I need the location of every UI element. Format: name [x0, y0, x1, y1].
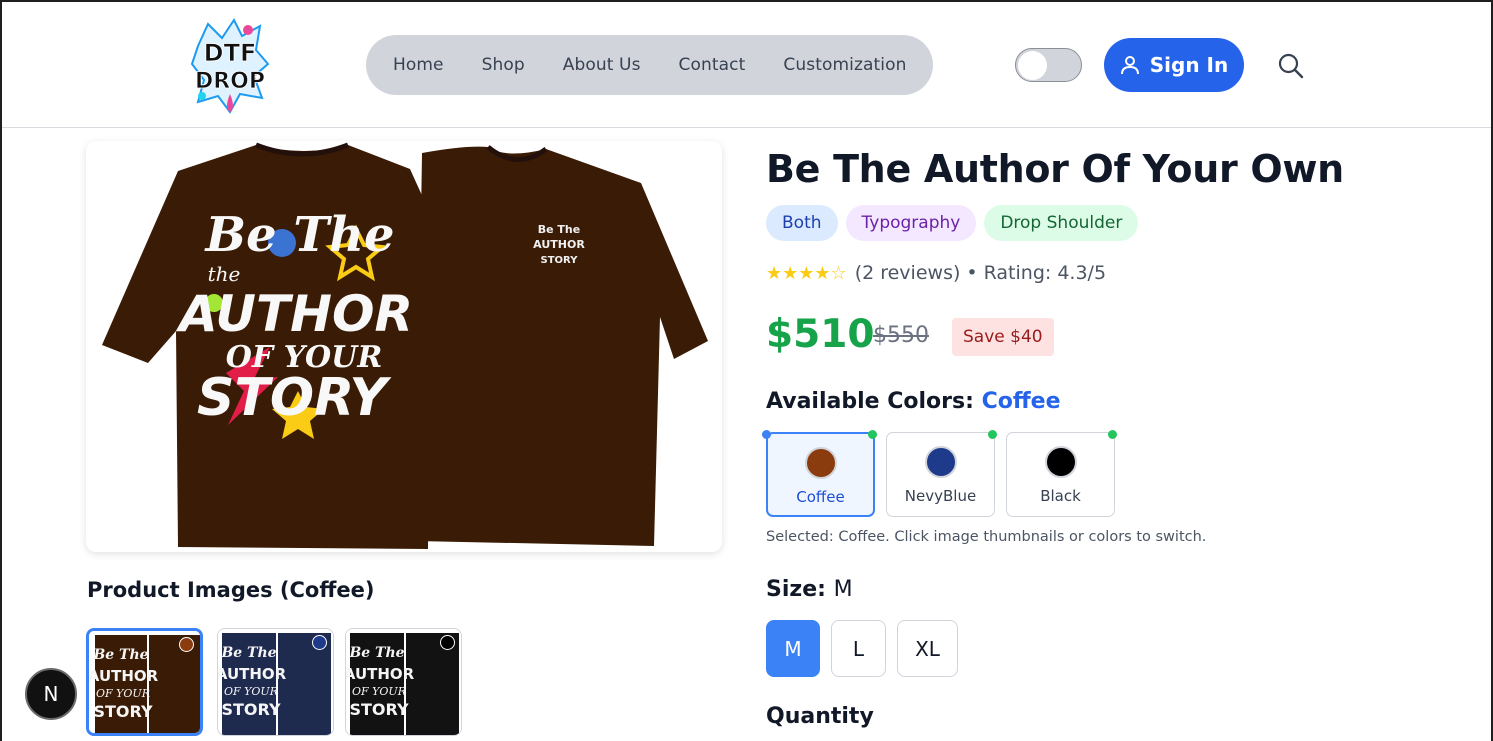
- selected-color-name: Coffee: [981, 389, 1061, 414]
- svg-text:AUTHOR: AUTHOR: [346, 665, 415, 683]
- review-count[interactable]: (2 reviews): [855, 262, 961, 284]
- colors-label: Available Colors:: [766, 389, 974, 414]
- color-swatch: [1044, 446, 1077, 478]
- svg-text:Be The: Be The: [220, 645, 276, 661]
- sign-in-label: Sign In: [1149, 53, 1229, 77]
- nav-about-us[interactable]: About Us: [563, 55, 641, 75]
- original-price: $550: [873, 323, 929, 348]
- svg-text:Be The: Be The: [92, 647, 148, 663]
- color-option-label: NevyBlue: [904, 487, 977, 505]
- color-option-black[interactable]: Black: [1006, 432, 1115, 517]
- in-stock-dot: [988, 430, 997, 439]
- thumbnail-nevyblue[interactable]: Be The AUTHOR OF YOUR STORY: [217, 628, 334, 736]
- color-option-label: Coffee: [796, 488, 845, 506]
- logo-text-top: DTF: [204, 39, 257, 67]
- size-option-m[interactable]: M: [766, 620, 820, 677]
- svg-text:OF YOUR: OF YOUR: [224, 685, 278, 698]
- tag-both: Both: [766, 205, 838, 241]
- color-option-coffee[interactable]: Coffee: [766, 432, 875, 517]
- thumbnail-color-dot: [179, 637, 194, 652]
- size-option-xl[interactable]: XL: [897, 620, 958, 677]
- print-line-2: the: [208, 262, 241, 286]
- site-header: DTF DROP Home Shop About Us Contact Cust…: [2, 2, 1491, 128]
- current-price: $510: [766, 312, 875, 357]
- nav-contact[interactable]: Contact: [679, 55, 746, 75]
- thumbnail-color-dot: [440, 635, 455, 650]
- theme-toggle[interactable]: [1015, 48, 1082, 82]
- search-icon[interactable]: [1276, 51, 1306, 81]
- logo-text-bottom: DROP: [195, 69, 265, 94]
- svg-text:OF YOUR: OF YOUR: [96, 687, 150, 700]
- quantity-heading: Quantity: [766, 704, 874, 729]
- product-title: Be The Author Of Your Own: [766, 147, 1344, 191]
- nav-shop[interactable]: Shop: [482, 55, 525, 75]
- color-swatch: [924, 446, 957, 478]
- in-stock-dot: [1108, 430, 1117, 439]
- thumbnail-coffee[interactable]: Be The AUTHOR OF YOUR STORY: [86, 628, 203, 736]
- svg-text:AUTHOR: AUTHOR: [533, 238, 585, 251]
- main-product-image[interactable]: Be The the AUTHOR OF YOUR STORY Be The A…: [86, 141, 722, 552]
- svg-text:OF YOUR: OF YOUR: [352, 685, 406, 698]
- star-rating-icons: ★★★★☆: [766, 262, 847, 284]
- sign-in-button[interactable]: Sign In: [1104, 38, 1244, 92]
- nav-customization[interactable]: Customization: [783, 55, 906, 75]
- main-nav: Home Shop About Us Contact Customization: [366, 35, 933, 95]
- svg-text:Be The: Be The: [348, 645, 404, 661]
- chest-print: Be The AUTHOR STORY: [533, 217, 585, 271]
- color-option-nevyblue[interactable]: NevyBlue: [886, 432, 995, 517]
- selected-indicator-dot: [762, 430, 771, 439]
- thumbnail-black[interactable]: Be The AUTHOR OF YOUR STORY: [345, 628, 462, 736]
- color-hint-text: Selected: Coffee. Click image thumbnails…: [766, 529, 1207, 545]
- size-option-l[interactable]: L: [831, 620, 886, 677]
- svg-text:STORY: STORY: [93, 702, 152, 721]
- size-label: Size:: [766, 577, 826, 602]
- svg-text:AUTHOR: AUTHOR: [218, 665, 287, 683]
- print-line-1: Be The: [204, 207, 395, 263]
- svg-text:STORY: STORY: [221, 700, 280, 719]
- print-line-3: AUTHOR: [175, 285, 413, 343]
- selected-size: M: [833, 577, 853, 602]
- rating-row: ★★★★☆ (2 reviews) • Rating: 4.3/5: [766, 262, 1106, 284]
- toggle-knob: [1018, 50, 1047, 80]
- colors-heading: Available Colors: Coffee: [766, 389, 1061, 414]
- dtf-drop-logo[interactable]: DTF DROP: [190, 16, 270, 116]
- svg-text:AUTHOR: AUTHOR: [89, 667, 159, 685]
- color-option-label: Black: [1040, 487, 1081, 505]
- in-stock-dot: [868, 430, 877, 439]
- svg-text:Be The: Be The: [538, 223, 580, 236]
- size-heading: Size: M: [766, 577, 853, 602]
- next-dev-badge[interactable]: N: [25, 668, 77, 720]
- svg-text:STORY: STORY: [541, 255, 579, 266]
- nav-home[interactable]: Home: [393, 55, 444, 75]
- product-tags: Both Typography Drop Shoulder: [766, 205, 1139, 241]
- svg-text:STORY: STORY: [349, 700, 408, 719]
- gallery-title: Product Images (Coffee): [87, 578, 375, 602]
- tag-typography: Typography: [845, 205, 977, 241]
- savings-badge: Save $40: [952, 318, 1054, 356]
- rating-value: • Rating: 4.3/5: [966, 262, 1107, 284]
- print-line-5: STORY: [197, 368, 392, 428]
- color-swatch: [804, 447, 837, 479]
- thumbnail-color-dot: [312, 635, 327, 650]
- tag-drop-shoulder: Drop Shoulder: [984, 205, 1139, 241]
- user-icon: [1120, 56, 1139, 75]
